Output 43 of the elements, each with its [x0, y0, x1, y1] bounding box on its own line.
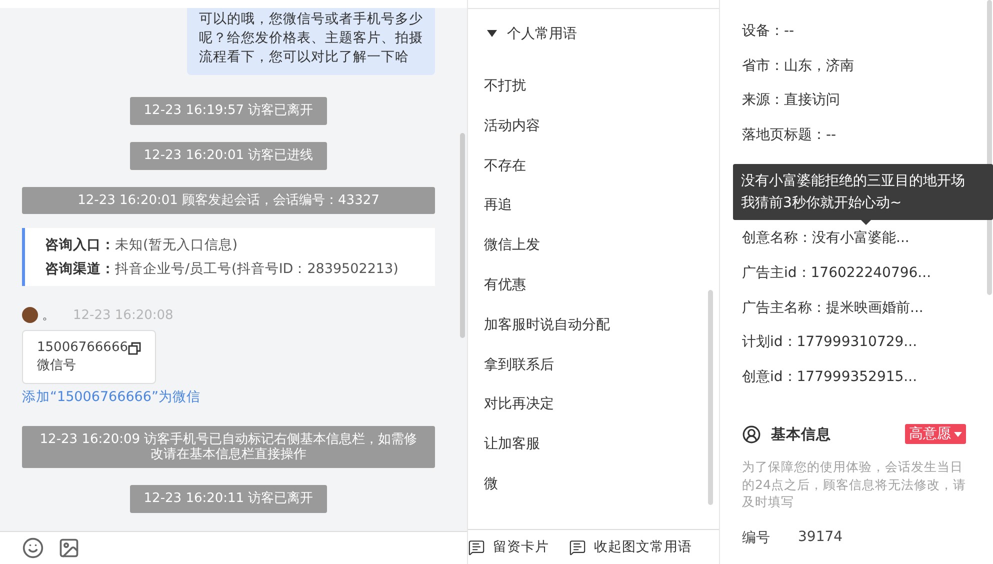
footer-button[interactable]: 留资卡片 [468, 538, 549, 556]
system-notice: 12-23 16:20:01 顾客发起会话，会话编号：43327 [22, 187, 435, 214]
footer-button[interactable]: 收起图文常用语 [569, 538, 692, 556]
message-time: 12-23 16:20:08 [73, 308, 174, 322]
phrase-item[interactable]: 不存在 [484, 156, 703, 196]
intent-tag[interactable]: 高意愿 [905, 424, 966, 444]
phrase-item[interactable]: 微 [484, 474, 703, 515]
field-label: 编号 [742, 528, 770, 547]
phrase-item[interactable]: 活动内容 [484, 116, 703, 157]
info-row-text: 落地页标题：-- [742, 126, 838, 145]
info-row-text: 省市：山东，济南 [742, 56, 855, 76]
field-value: 39174 [798, 528, 843, 547]
info-row-text: 广告主id：176022240796... [742, 264, 932, 283]
system-notice: 12-23 16:20:09 访客手机号已自动标记右侧基本信息栏，如需修改请在基本信息栏直接操作 [22, 426, 435, 468]
info-line: 咨询入口：未知(暂无入口信息) [45, 236, 239, 254]
system-notice: 12-23 16:20:11 访客已离开 [130, 485, 328, 513]
phrase-item[interactable]: 不打扰 [484, 77, 703, 117]
phrase-item[interactable]: 有优惠 [484, 276, 703, 316]
group-title: 个人常用语 [507, 25, 577, 43]
phrase-item[interactable]: 再追 [484, 196, 703, 236]
phrase-item[interactable]: 对比再决定 [484, 395, 703, 436]
notice-text: 为了保障您的使用体验，会话发生当日的24点之后，顾客信息将无法修改，请及时填写 [742, 458, 967, 511]
sender-name: 。 [42, 307, 55, 324]
info-row-text: 设备：-- [742, 22, 796, 41]
system-notice: 12-23 16:19:57 访客已离开 [130, 97, 328, 125]
card-caption: 微信号 [37, 357, 77, 375]
info-line: 咨询渠道：抖音企业号/员工号(抖音号ID：2839502213) [45, 260, 400, 278]
info-row-text: 计划id：177999310729... [742, 333, 918, 352]
phrase-item[interactable]: 拿到联系后 [484, 356, 703, 396]
section-title: 基本信息 [771, 426, 832, 444]
phrase-group-header[interactable]: 个人常用语 [484, 25, 703, 43]
info-row-text: 来源：直接访问 [742, 91, 841, 110]
tooltip-line: 没有小富婆能拒绝的三亚目的地开场 [741, 172, 966, 191]
phrase-item[interactable]: 微信上发 [484, 236, 703, 276]
phone-number: 15006766666 [37, 339, 128, 357]
phrase-item[interactable]: 让加客服 [484, 435, 703, 475]
tooltip-line: 我猜前3秒你就开始心动~ [741, 194, 903, 213]
phrase-item[interactable]: 加客服时说自动分配 [484, 316, 703, 356]
info-row-text: 创意id：177999352915... [742, 368, 918, 387]
info-row-text: 广告主名称：提米映画婚前... [742, 298, 924, 318]
system-notice: 12-23 16:20:01 访客已进线 [130, 142, 328, 170]
info-row-text: 创意名称：没有小富婆能... [742, 229, 910, 248]
message-bubble: 可以的哦，您微信号或者手机号多少呢？给您发价格表、主题客片、拍摄流程看下，您可以对比了解一下哈 [187, 8, 435, 75]
